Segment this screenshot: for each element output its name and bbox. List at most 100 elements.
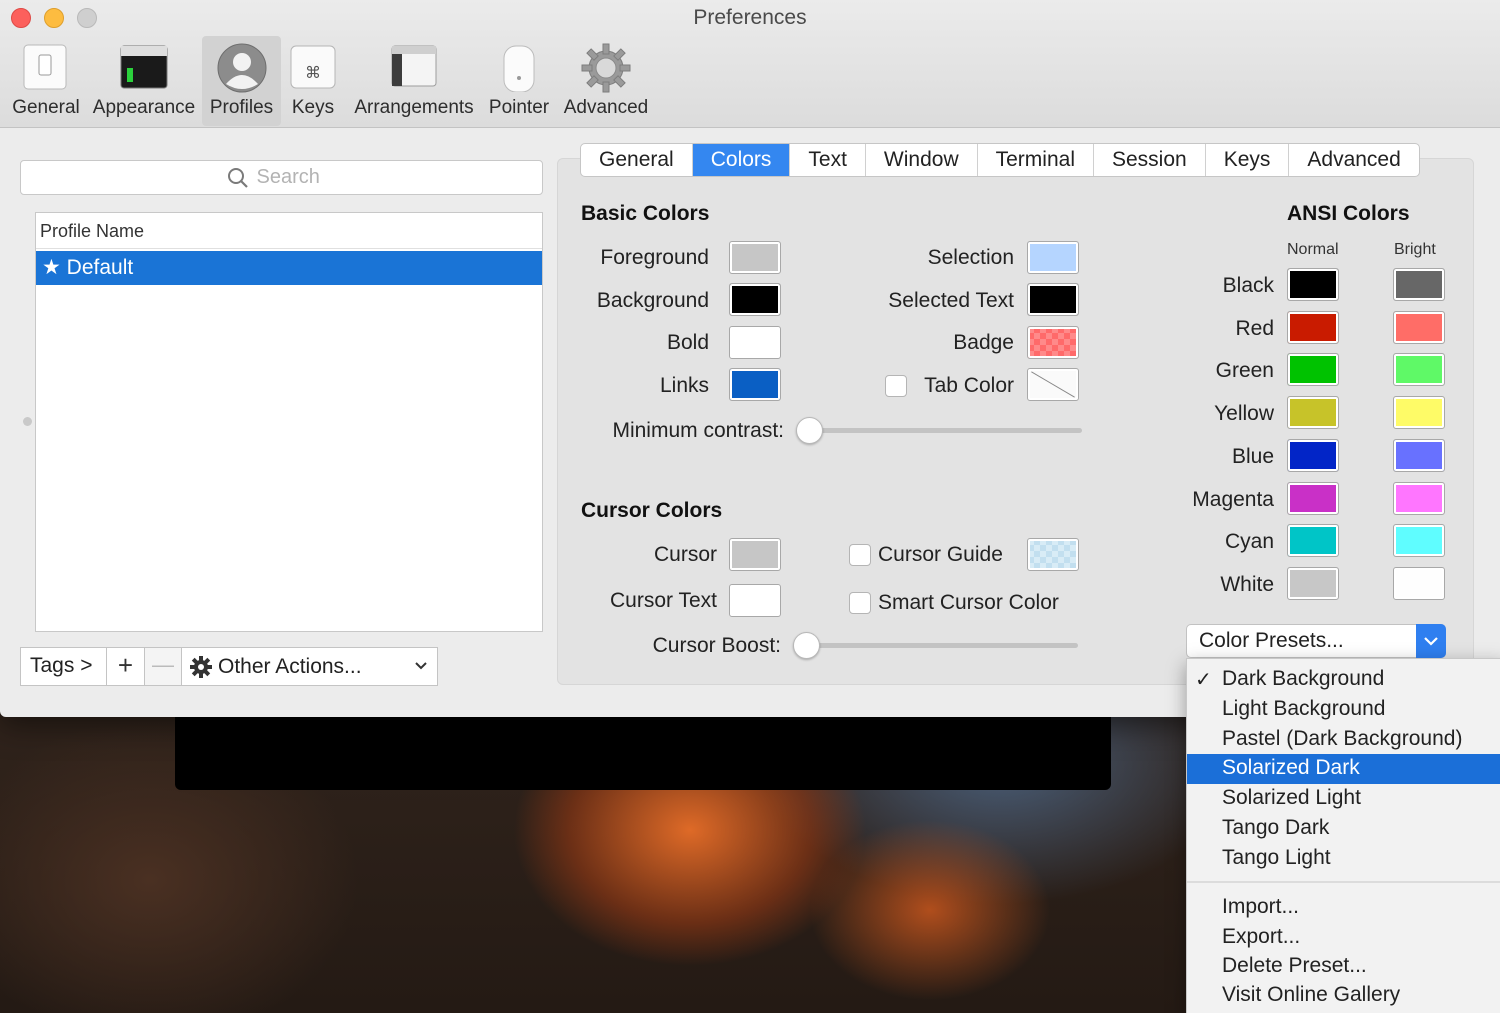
menu-item-import[interactable]: Import... (1187, 893, 1500, 923)
background-label: Background (596, 289, 709, 312)
split-resize-handle[interactable] (23, 417, 32, 426)
cursor-text-label: Cursor Text (610, 589, 717, 612)
tab-general[interactable]: General (581, 144, 693, 176)
toolbar-general[interactable]: General (6, 36, 86, 126)
tab-terminal[interactable]: Terminal (978, 144, 1094, 176)
minimum-contrast-label: Minimum contrast: (612, 419, 784, 442)
ansi-white-bright-swatch[interactable] (1393, 567, 1445, 600)
toolbar-pointer[interactable]: Pointer (484, 36, 554, 126)
profile-search-box[interactable] (20, 160, 543, 195)
ansi-cyan-bright-swatch[interactable] (1393, 524, 1445, 557)
selection-color-swatch[interactable] (1027, 241, 1079, 274)
remove-profile-button[interactable]: — (144, 647, 182, 686)
menu-item-solarized-dark[interactable]: Solarized Dark (1187, 754, 1500, 784)
minimum-contrast-slider-track[interactable] (808, 428, 1082, 433)
menu-item-tango-light[interactable]: Tango Light (1187, 844, 1500, 874)
tab-advanced[interactable]: Advanced (1289, 144, 1418, 176)
menu-item-dark-background[interactable]: ✓ Dark Background (1187, 665, 1500, 695)
ansi-white-normal-swatch[interactable] (1287, 567, 1339, 600)
svg-text:⌘: ⌘ (305, 63, 321, 82)
minimum-contrast-slider-knob[interactable] (796, 417, 823, 444)
toolbar-advanced[interactable]: Advanced (560, 36, 652, 126)
cursor-label: Cursor (653, 543, 717, 566)
tags-button[interactable]: Tags > (20, 647, 107, 686)
smart-cursor-color-checkbox[interactable] (849, 592, 871, 614)
other-actions-button[interactable]: Other Actions... (181, 647, 438, 686)
search-icon (227, 167, 248, 188)
cursor-boost-slider-knob[interactable] (793, 632, 820, 659)
bold-color-swatch[interactable] (729, 326, 781, 359)
ansi-red-label: Red (1235, 317, 1274, 340)
color-presets-popup-button[interactable]: Color Presets... (1186, 624, 1446, 658)
ansi-bright-header: Bright (1394, 241, 1436, 258)
ansi-blue-normal-swatch[interactable] (1287, 439, 1339, 472)
tab-colors[interactable]: Colors (692, 144, 791, 176)
tab-color-swatch-none[interactable] (1027, 368, 1079, 401)
cursor-text-color-swatch[interactable] (729, 584, 781, 617)
cursor-guide-checkbox[interactable] (849, 544, 871, 566)
profile-row-default[interactable]: ★ Default (36, 251, 542, 285)
arrangements-icon (391, 45, 437, 87)
tab-text[interactable]: Text (790, 144, 866, 176)
color-presets-arrow[interactable] (1416, 624, 1446, 658)
toolbar-profiles[interactable]: Profiles (202, 36, 281, 126)
cursor-color-swatch[interactable] (729, 538, 781, 571)
color-presets-label: Color Presets... (1199, 629, 1344, 652)
toolbar-keys[interactable]: ⌘ Keys (284, 36, 342, 126)
ansi-cyan-normal-swatch[interactable] (1287, 524, 1339, 557)
ansi-magenta-normal-swatch[interactable] (1287, 482, 1339, 515)
menu-item-delete-preset[interactable]: Delete Preset... (1187, 952, 1500, 982)
toolbar-appearance[interactable]: Appearance (90, 36, 198, 126)
profile-name-column-header[interactable]: Profile Name (36, 213, 542, 249)
menu-item-export[interactable]: Export... (1187, 923, 1500, 953)
ansi-black-normal-swatch[interactable] (1287, 268, 1339, 301)
ansi-colors-title: ANSI Colors (1287, 202, 1410, 225)
preferences-window: Preferences General Appearance Profiles … (0, 0, 1500, 717)
ansi-green-bright-swatch[interactable] (1393, 353, 1445, 386)
other-actions-label: Other Actions... (218, 654, 362, 678)
ansi-black-label: Black (1222, 274, 1274, 297)
ansi-magenta-bright-swatch[interactable] (1393, 482, 1445, 515)
ansi-red-normal-swatch[interactable] (1287, 311, 1339, 344)
background-color-swatch[interactable] (729, 283, 781, 316)
pointer-icon (503, 45, 535, 92)
menu-item-tango-dark[interactable]: Tango Dark (1187, 814, 1500, 844)
ansi-green-normal-swatch[interactable] (1287, 353, 1339, 386)
window-title: Preferences (693, 6, 807, 29)
titlebar: Preferences General Appearance Profiles … (0, 0, 1500, 128)
add-profile-button[interactable]: + (106, 647, 145, 686)
color-presets-menu: ✓ Dark Background Light Background Paste… (1186, 658, 1500, 1013)
menu-item-pastel-dark-background[interactable]: Pastel (Dark Background) (1187, 725, 1500, 755)
menu-item-light-background[interactable]: Light Background (1187, 695, 1500, 725)
gear-icon (190, 655, 212, 678)
foreground-color-swatch[interactable] (729, 241, 781, 274)
cursor-boost-slider-track[interactable] (805, 643, 1078, 648)
tab-window[interactable]: Window (866, 144, 978, 176)
profile-list: Profile Name ★ Default (35, 212, 543, 632)
cursor-guide-color-swatch[interactable] (1027, 538, 1079, 571)
advanced-icon (581, 43, 631, 93)
ansi-blue-label: Blue (1231, 445, 1274, 468)
tab-color-checkbox[interactable] (885, 375, 907, 397)
ansi-magenta-label: Magenta (1192, 488, 1274, 511)
search-input[interactable] (256, 166, 337, 189)
ansi-blue-bright-swatch[interactable] (1393, 439, 1445, 472)
links-color-swatch[interactable] (729, 368, 781, 401)
badge-color-swatch[interactable] (1027, 326, 1079, 359)
ansi-yellow-normal-swatch[interactable] (1287, 396, 1339, 429)
general-icon (23, 44, 67, 90)
selected-text-color-swatch[interactable] (1027, 283, 1079, 316)
ansi-black-bright-swatch[interactable] (1393, 268, 1445, 301)
menu-separator (1187, 881, 1500, 883)
bold-label: Bold (666, 331, 709, 354)
ansi-yellow-bright-swatch[interactable] (1393, 396, 1445, 429)
toolbar-arrangements[interactable]: Arrangements (350, 36, 478, 126)
menu-item-visit-online-gallery[interactable]: Visit Online Gallery (1187, 981, 1500, 1011)
tab-keys[interactable]: Keys (1206, 144, 1290, 176)
keys-icon: ⌘ (290, 45, 336, 89)
tab-session[interactable]: Session (1094, 144, 1206, 176)
ansi-red-bright-swatch[interactable] (1393, 311, 1445, 344)
ansi-white-label: White (1220, 573, 1274, 596)
menu-item-solarized-light[interactable]: Solarized Light (1187, 784, 1500, 814)
selection-label: Selection (927, 246, 1014, 269)
